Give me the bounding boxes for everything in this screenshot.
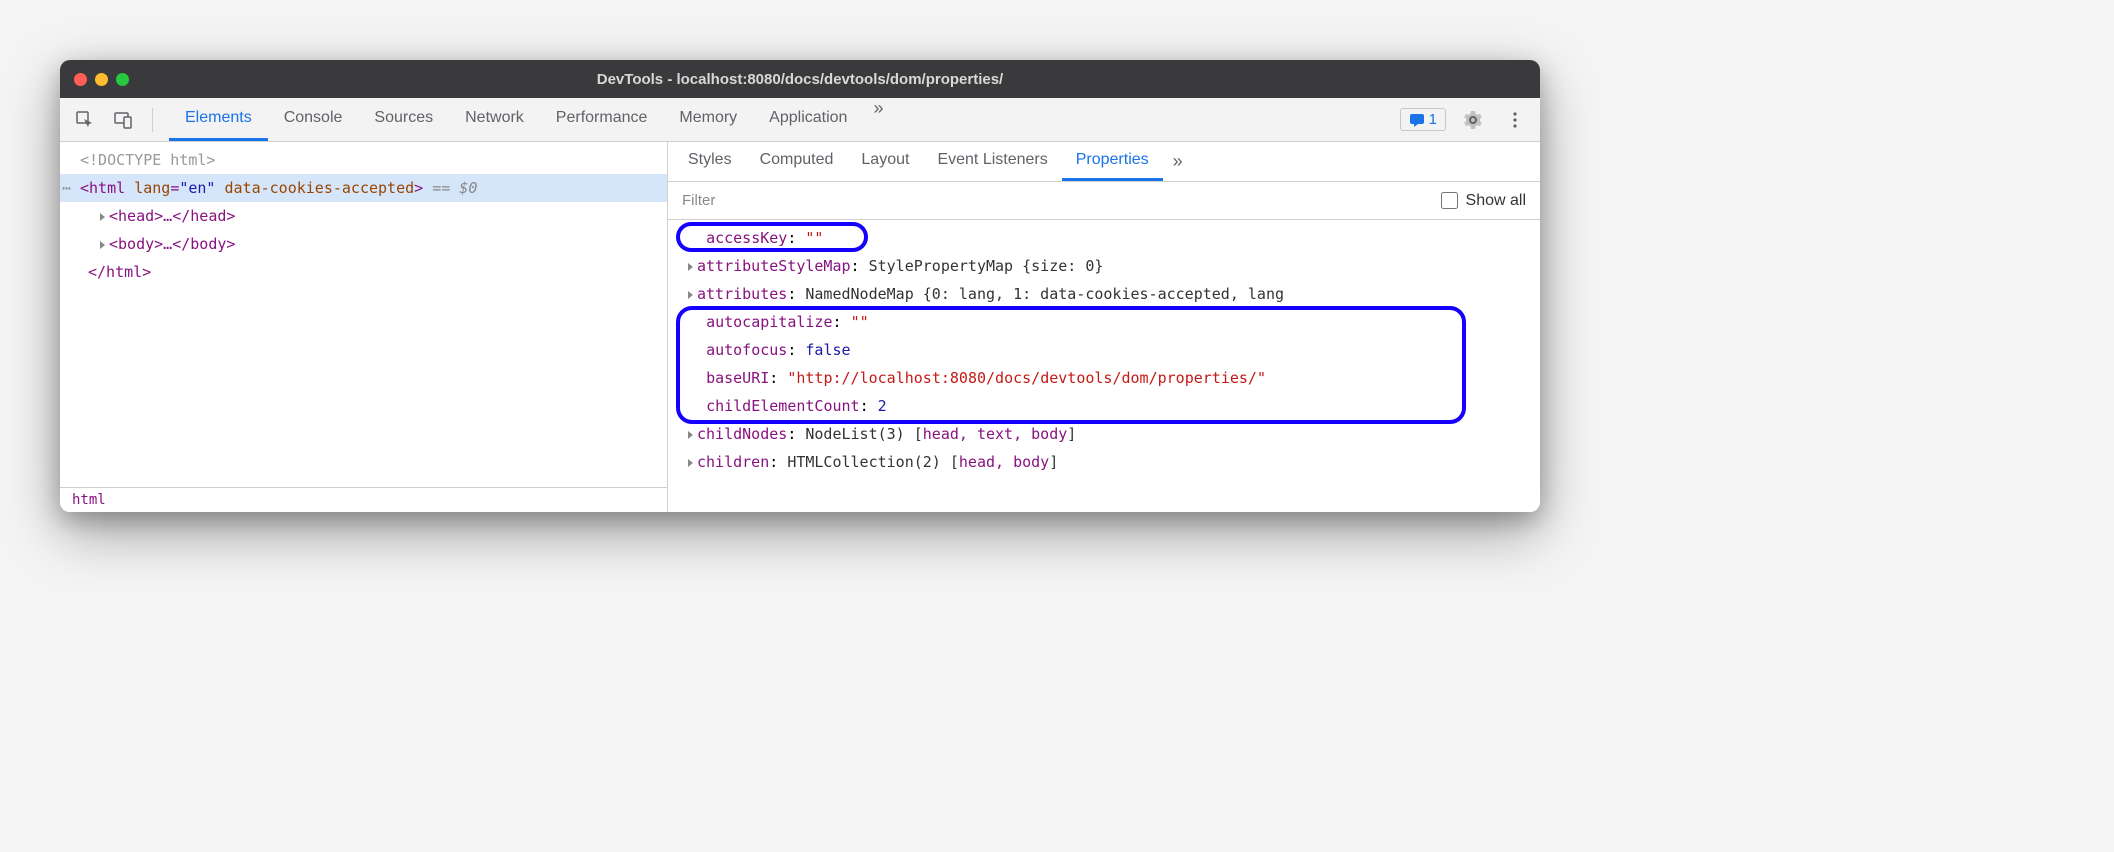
issues-count: 1 [1429, 111, 1437, 128]
device-toggle-icon[interactable] [108, 105, 138, 135]
prop-row[interactable]: attributeStyleMap: StylePropertyMap {siz… [676, 252, 1532, 280]
issues-badge[interactable]: 1 [1400, 108, 1446, 131]
more-subtabs-icon[interactable]: » [1163, 151, 1193, 172]
prop-row[interactable]: children: HTMLCollection(2) [head, body] [676, 448, 1532, 476]
content-area: <!DOCTYPE html> <html lang="en" data-coo… [60, 142, 1540, 512]
filter-input[interactable] [682, 192, 1441, 209]
prop-row[interactable]: accessKey: "" [676, 224, 1532, 252]
elements-pane: <!DOCTYPE html> <html lang="en" data-coo… [60, 142, 668, 512]
breadcrumb[interactable]: html [60, 487, 667, 512]
gear-icon[interactable] [1458, 105, 1488, 135]
show-all-label: Show all [1466, 192, 1526, 210]
main-tabs: Elements Console Sources Network Perform… [169, 98, 893, 141]
subtab-layout[interactable]: Layout [847, 142, 923, 181]
inspect-icon[interactable] [70, 105, 100, 135]
tab-elements[interactable]: Elements [169, 98, 268, 141]
tab-application[interactable]: Application [753, 98, 863, 141]
tab-network[interactable]: Network [449, 98, 540, 141]
tab-console[interactable]: Console [268, 98, 359, 141]
minimize-icon[interactable] [95, 73, 108, 86]
prop-row[interactable]: autofocus: false [676, 336, 1532, 364]
close-icon[interactable] [74, 73, 87, 86]
sidebar-pane: Styles Computed Layout Event Listeners P… [668, 142, 1540, 512]
prop-row[interactable]: autocapitalize: "" [676, 308, 1532, 336]
subtab-computed[interactable]: Computed [746, 142, 848, 181]
devtools-window: DevTools - localhost:8080/docs/devtools/… [60, 60, 1540, 512]
subtab-styles[interactable]: Styles [674, 142, 746, 181]
subtab-event-listeners[interactable]: Event Listeners [923, 142, 1061, 181]
subtab-properties[interactable]: Properties [1062, 142, 1163, 181]
show-all-toggle[interactable]: Show all [1441, 192, 1526, 210]
maximize-icon[interactable] [116, 73, 129, 86]
traffic-lights [74, 73, 129, 86]
window-title: DevTools - localhost:8080/docs/devtools/… [60, 71, 1540, 88]
tab-sources[interactable]: Sources [358, 98, 449, 141]
dom-html-open[interactable]: <html lang="en" data-cookies-accepted> =… [60, 174, 667, 202]
dom-body[interactable]: <body>…</body> [60, 230, 667, 258]
tab-memory[interactable]: Memory [663, 98, 753, 141]
dom-tree[interactable]: <!DOCTYPE html> <html lang="en" data-coo… [60, 142, 667, 487]
dom-doctype[interactable]: <!DOCTYPE html> [60, 146, 667, 174]
show-all-checkbox[interactable] [1441, 192, 1458, 209]
titlebar: DevTools - localhost:8080/docs/devtools/… [60, 60, 1540, 98]
divider [152, 108, 153, 132]
main-toolbar: Elements Console Sources Network Perform… [60, 98, 1540, 142]
dom-html-close[interactable]: </html> [60, 258, 667, 286]
prop-row[interactable]: childNodes: NodeList(3) [head, text, bod… [676, 420, 1532, 448]
prop-row[interactable]: attributes: NamedNodeMap {0: lang, 1: da… [676, 280, 1532, 308]
filter-row: Show all [668, 182, 1540, 220]
kebab-icon[interactable] [1500, 105, 1530, 135]
properties-list[interactable]: accessKey: "" attributeStyleMap: StylePr… [668, 220, 1540, 512]
sidebar-tabs: Styles Computed Layout Event Listeners P… [668, 142, 1540, 182]
prop-row[interactable]: baseURI: "http://localhost:8080/docs/dev… [676, 364, 1532, 392]
prop-row[interactable]: childElementCount: 2 [676, 392, 1532, 420]
more-tabs-icon[interactable]: » [863, 98, 893, 141]
dom-head[interactable]: <head>…</head> [60, 202, 667, 230]
tab-performance[interactable]: Performance [540, 98, 664, 141]
